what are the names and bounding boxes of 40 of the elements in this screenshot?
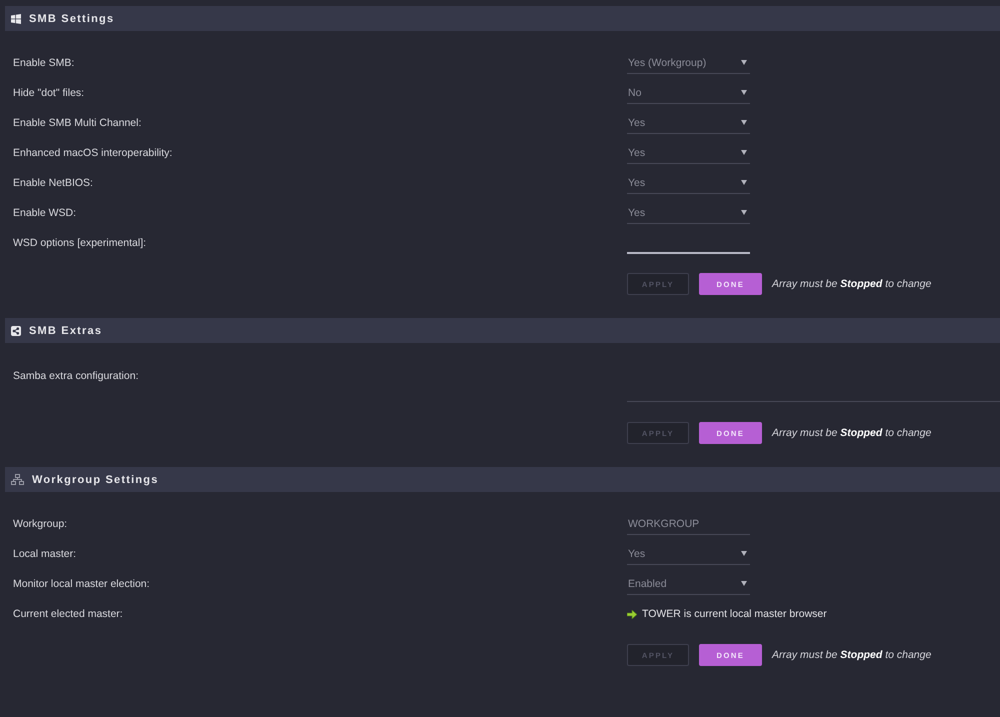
dropdown[interactable]: No xyxy=(627,82,750,104)
dropdown[interactable]: Yes (Workgroup) xyxy=(627,52,750,74)
dropdown[interactable]: Yes xyxy=(627,202,750,224)
input-field[interactable]: WORKGROUP xyxy=(627,513,750,535)
array-stopped-note: Array must be Stopped to change xyxy=(772,278,932,290)
field-label: Hide "dot" files: xyxy=(13,87,84,99)
share-icon xyxy=(11,326,21,336)
dropdown[interactable]: Yes xyxy=(627,172,750,194)
status-text: TOWER is current local master browser xyxy=(642,608,827,620)
field-label: Enable NetBIOS: xyxy=(13,177,93,189)
windows-logo-icon xyxy=(11,14,21,24)
caret-icon xyxy=(741,60,747,65)
caret-icon xyxy=(741,581,747,586)
field-label: Enable SMB Multi Channel: xyxy=(13,117,142,129)
field-label: Workgroup: xyxy=(13,518,68,530)
caret-icon xyxy=(741,120,747,125)
sitemap-icon xyxy=(11,474,24,485)
dropdown[interactable]: Yes xyxy=(627,543,750,565)
field-label: Samba extra configuration: xyxy=(13,369,138,382)
dropdown[interactable]: Yes xyxy=(627,112,750,134)
array-stopped-note: Array must be Stopped to change xyxy=(772,427,932,439)
field-label: Enable WSD: xyxy=(13,207,76,219)
caret-icon xyxy=(741,180,747,185)
dropdown[interactable]: Enabled xyxy=(627,573,750,595)
caret-icon xyxy=(741,551,747,556)
field-label: Local master: xyxy=(13,548,76,560)
section-title: Workgroup Settings xyxy=(32,474,159,486)
dropdown[interactable]: Yes xyxy=(627,142,750,164)
caret-icon xyxy=(741,90,747,95)
field-label: Enhanced macOS interoperability: xyxy=(13,147,172,159)
array-stopped-note: Array must be Stopped to change xyxy=(772,649,932,661)
field-label: WSD options [experimental]: xyxy=(13,237,146,249)
field-label: Monitor local master election: xyxy=(13,578,150,590)
section-title: SMB Settings xyxy=(29,12,114,24)
caret-icon xyxy=(741,150,747,155)
caret-icon xyxy=(741,210,747,215)
field-label: Current elected master: xyxy=(13,608,123,620)
section-title: SMB Extras xyxy=(29,324,102,336)
field-label: Enable SMB: xyxy=(13,57,74,69)
arrow-icon xyxy=(627,610,637,618)
